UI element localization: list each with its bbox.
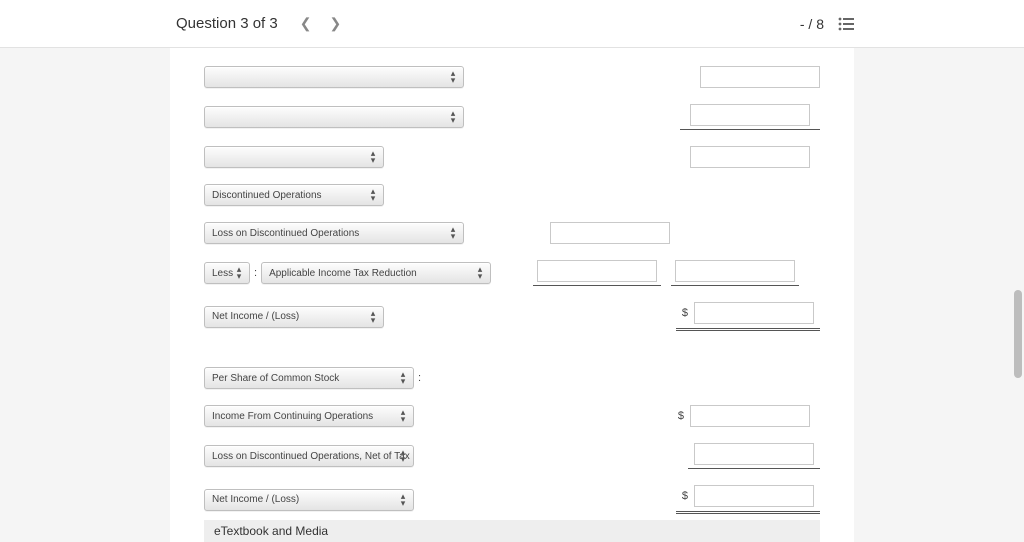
chevron-updown-icon: ▴▾ — [397, 409, 409, 423]
chevron-updown-icon: ▴▾ — [397, 449, 409, 463]
scrollbar-thumb[interactable] — [1014, 290, 1022, 378]
amount-input[interactable] — [700, 66, 820, 88]
chevron-updown-icon: ▴▾ — [447, 226, 459, 240]
dollar-label: $ — [682, 490, 688, 502]
amount-input[interactable] — [694, 302, 814, 324]
question-list-icon[interactable] — [838, 17, 854, 31]
line-item-select[interactable]: ▴▾ — [204, 66, 464, 88]
select-label: Discontinued Operations — [212, 190, 322, 201]
amount-input[interactable] — [690, 146, 810, 168]
chevron-updown-icon: ▴▾ — [367, 188, 379, 202]
question-title: Question 3 of 3 — [176, 15, 278, 32]
select-label: Loss on Discontinued Operations, Net of … — [212, 451, 410, 462]
discontinued-operations-select[interactable]: Discontinued Operations ▴▾ — [204, 184, 384, 206]
select-label: Income From Continuing Operations — [212, 411, 373, 422]
chevron-updown-icon: ▴▾ — [447, 70, 459, 84]
line-item-select[interactable]: ▴▾ — [204, 106, 464, 128]
select-label: Per Share of Common Stock — [212, 373, 339, 384]
amount-input[interactable] — [694, 443, 814, 465]
chevron-updown-icon: ▴▾ — [367, 310, 379, 324]
loss-discontinued-net-select[interactable]: Loss on Discontinued Operations, Net of … — [204, 445, 414, 467]
income-continuing-select[interactable]: Income From Continuing Operations ▴▾ — [204, 405, 414, 427]
amount-input[interactable] — [550, 222, 670, 244]
tax-reduction-select[interactable]: Applicable Income Tax Reduction ▴▾ — [261, 262, 491, 284]
colon-label: : — [254, 267, 257, 279]
amount-input[interactable] — [690, 405, 810, 427]
prev-question-icon[interactable]: ❮ — [300, 15, 312, 32]
select-label: Less — [212, 268, 233, 279]
etextbook-media-label: eTextbook and Media — [214, 524, 328, 538]
worksheet-page: ▴▾ ▴▾ ▴▾ Discontinued Operations ▴▾ — [170, 48, 854, 542]
chevron-updown-icon: ▴▾ — [233, 266, 245, 280]
per-share-select[interactable]: Per Share of Common Stock ▴▾ — [204, 367, 414, 389]
amount-input[interactable] — [675, 260, 795, 282]
amount-input[interactable] — [690, 104, 810, 126]
net-income-select[interactable]: Net Income / (Loss) ▴▾ — [204, 306, 384, 328]
less-select[interactable]: Less ▴▾ — [204, 262, 250, 284]
chevron-updown-icon: ▴▾ — [367, 150, 379, 164]
amount-input[interactable] — [694, 485, 814, 507]
line-item-select[interactable]: ▴▾ — [204, 146, 384, 168]
chevron-updown-icon: ▴▾ — [447, 110, 459, 124]
select-label: Loss on Discontinued Operations — [212, 228, 359, 239]
select-label: Applicable Income Tax Reduction — [269, 268, 417, 279]
net-income-pershare-select[interactable]: Net Income / (Loss) ▴▾ — [204, 489, 414, 511]
next-question-icon[interactable]: ❯ — [329, 15, 341, 32]
chevron-updown-icon: ▴▾ — [397, 493, 409, 507]
topbar: Question 3 of 3 ❮ ❯ - / 8 — [0, 0, 1024, 48]
select-label: Net Income / (Loss) — [212, 311, 299, 322]
nav-arrows: ❮ ❯ — [300, 15, 341, 32]
etextbook-media-bar[interactable]: eTextbook and Media — [204, 520, 820, 542]
score-display: - / 8 — [800, 16, 824, 32]
amount-input[interactable] — [537, 260, 657, 282]
dollar-label: $ — [682, 307, 688, 319]
dollar-label: $ — [678, 410, 684, 422]
colon-label: : — [418, 372, 421, 384]
select-label: Net Income / (Loss) — [212, 494, 299, 505]
chevron-updown-icon: ▴▾ — [397, 371, 409, 385]
loss-discontinued-select[interactable]: Loss on Discontinued Operations ▴▾ — [204, 222, 464, 244]
chevron-updown-icon: ▴▾ — [474, 266, 486, 280]
